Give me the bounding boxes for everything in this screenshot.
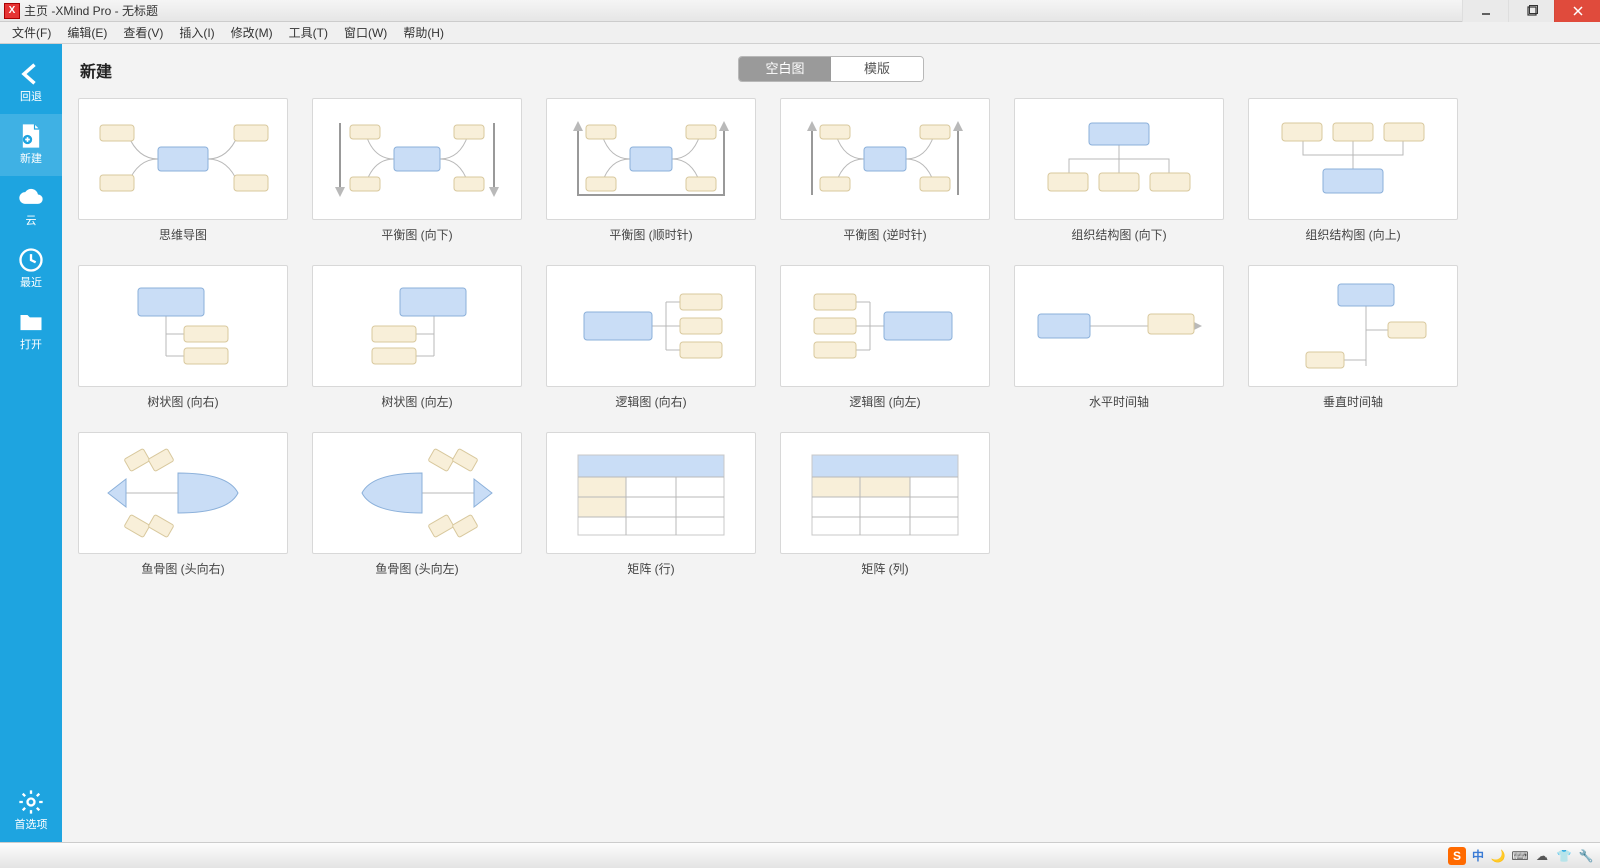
sidebar-label-new: 新建	[20, 150, 42, 166]
sidebar-item-prefs[interactable]: 首选项	[0, 780, 62, 842]
template-thumb	[546, 432, 756, 554]
sidebar-item-cloud[interactable]: 云	[0, 176, 62, 238]
menu-edit[interactable]: 编辑(E)	[59, 24, 115, 41]
sidebar-item-back[interactable]: 回退	[0, 52, 62, 114]
window-titlebar: X 主页 -XMind Pro - 无标题	[0, 0, 1600, 22]
sidebar-item-new[interactable]: 新建	[0, 114, 62, 176]
app-icon: X	[4, 3, 20, 19]
template-caption: 平衡图 (顺时针)	[609, 226, 692, 243]
tab-blank[interactable]: 空白图	[739, 57, 831, 81]
template-caption: 鱼骨图 (头向右)	[141, 560, 224, 577]
moon-icon[interactable]: 🌙	[1490, 848, 1506, 864]
content-area: 新建 空白图 模版 思维导图	[62, 44, 1600, 842]
template-caption: 逻辑图 (向左)	[849, 393, 920, 410]
new-file-icon	[17, 122, 45, 150]
view-mode-segment: 空白图 模版	[738, 56, 924, 82]
template-thumb	[1248, 265, 1458, 387]
template-thumb	[312, 265, 522, 387]
template-thumb	[78, 265, 288, 387]
tray-icon[interactable]: 👕	[1556, 848, 1572, 864]
menu-bar: 文件(F) 编辑(E) 查看(V) 插入(I) 修改(M) 工具(T) 窗口(W…	[0, 22, 1600, 44]
sidebar-label-open: 打开	[20, 336, 42, 352]
template-thumb	[78, 98, 288, 220]
sogou-ime-icon[interactable]: S	[1448, 847, 1466, 865]
template-caption: 平衡图 (逆时针)	[843, 226, 926, 243]
template-mindmap[interactable]: 思维导图	[78, 98, 288, 243]
window-maximize-button[interactable]	[1508, 0, 1554, 22]
ime-indicator[interactable]: 中	[1472, 847, 1484, 864]
template-balance-cw[interactable]: 平衡图 (顺时针)	[546, 98, 756, 243]
sidebar-label-recent: 最近	[20, 274, 42, 290]
template-tree-left[interactable]: 树状图 (向左)	[312, 265, 522, 410]
cloud-icon	[17, 184, 45, 212]
sidebar-label-cloud: 云	[26, 212, 37, 228]
template-timeline-v[interactable]: 垂直时间轴	[1248, 265, 1458, 410]
window-title: 主页 -XMind Pro - 无标题	[24, 2, 158, 19]
menu-window[interactable]: 窗口(W)	[336, 24, 395, 41]
sidebar-label-prefs: 首选项	[15, 816, 48, 832]
template-thumb	[312, 98, 522, 220]
template-thumb	[546, 98, 756, 220]
template-logic-right[interactable]: 逻辑图 (向右)	[546, 265, 756, 410]
window-close-button[interactable]	[1554, 0, 1600, 22]
template-caption: 组织结构图 (向上)	[1305, 226, 1400, 243]
template-thumb	[1248, 98, 1458, 220]
template-grid: 思维导图 平衡图 (向下)	[62, 92, 1600, 597]
template-thumb	[780, 432, 990, 554]
settings-icon[interactable]: 🔧	[1578, 848, 1594, 864]
sidebar-label-back: 回退	[20, 88, 42, 104]
tray-icon[interactable]: ☁	[1534, 848, 1550, 864]
template-caption: 矩阵 (列)	[861, 560, 908, 577]
template-thumb	[1014, 265, 1224, 387]
template-caption: 组织结构图 (向下)	[1071, 226, 1166, 243]
template-balance-down[interactable]: 平衡图 (向下)	[312, 98, 522, 243]
keyboard-icon[interactable]: ⌨	[1512, 848, 1528, 864]
clock-icon	[17, 246, 45, 274]
template-caption: 树状图 (向右)	[147, 393, 218, 410]
template-caption: 鱼骨图 (头向左)	[375, 560, 458, 577]
template-timeline-h[interactable]: 水平时间轴	[1014, 265, 1224, 410]
template-caption: 平衡图 (向下)	[381, 226, 452, 243]
template-tree-right[interactable]: 树状图 (向右)	[78, 265, 288, 410]
template-thumb	[780, 98, 990, 220]
sidebar-item-recent[interactable]: 最近	[0, 238, 62, 300]
template-caption: 水平时间轴	[1089, 393, 1149, 410]
template-matrix-col[interactable]: 矩阵 (列)	[780, 432, 990, 577]
menu-view[interactable]: 查看(V)	[115, 24, 171, 41]
folder-icon	[17, 308, 45, 336]
template-caption: 矩阵 (行)	[627, 560, 674, 577]
template-thumb	[312, 432, 522, 554]
sidebar: 回退 新建 云 最近 打开 首选项	[0, 44, 62, 842]
back-arrow-icon	[17, 60, 45, 88]
tab-template[interactable]: 模版	[831, 57, 923, 81]
page-title: 新建	[80, 58, 112, 82]
window-minimize-button[interactable]	[1462, 0, 1508, 22]
menu-insert[interactable]: 插入(I)	[171, 24, 222, 41]
template-matrix-row[interactable]: 矩阵 (行)	[546, 432, 756, 577]
template-fishbone-right[interactable]: 鱼骨图 (头向右)	[78, 432, 288, 577]
template-logic-left[interactable]: 逻辑图 (向左)	[780, 265, 990, 410]
menu-file[interactable]: 文件(F)	[4, 24, 59, 41]
menu-modify[interactable]: 修改(M)	[223, 24, 281, 41]
template-org-down[interactable]: 组织结构图 (向下)	[1014, 98, 1224, 243]
template-thumb	[546, 265, 756, 387]
menu-tools[interactable]: 工具(T)	[281, 24, 336, 41]
gear-icon	[17, 788, 45, 816]
system-tray: S 中 🌙 ⌨ ☁ 👕 🔧	[0, 842, 1600, 868]
template-balance-ccw[interactable]: 平衡图 (逆时针)	[780, 98, 990, 243]
template-caption: 树状图 (向左)	[381, 393, 452, 410]
template-thumb	[1014, 98, 1224, 220]
template-thumb	[78, 432, 288, 554]
template-caption: 垂直时间轴	[1323, 393, 1383, 410]
template-caption: 逻辑图 (向右)	[615, 393, 686, 410]
template-caption: 思维导图	[159, 226, 207, 243]
sidebar-item-open[interactable]: 打开	[0, 300, 62, 362]
template-thumb	[780, 265, 990, 387]
template-fishbone-left[interactable]: 鱼骨图 (头向左)	[312, 432, 522, 577]
template-org-up[interactable]: 组织结构图 (向上)	[1248, 98, 1458, 243]
menu-help[interactable]: 帮助(H)	[395, 24, 452, 41]
